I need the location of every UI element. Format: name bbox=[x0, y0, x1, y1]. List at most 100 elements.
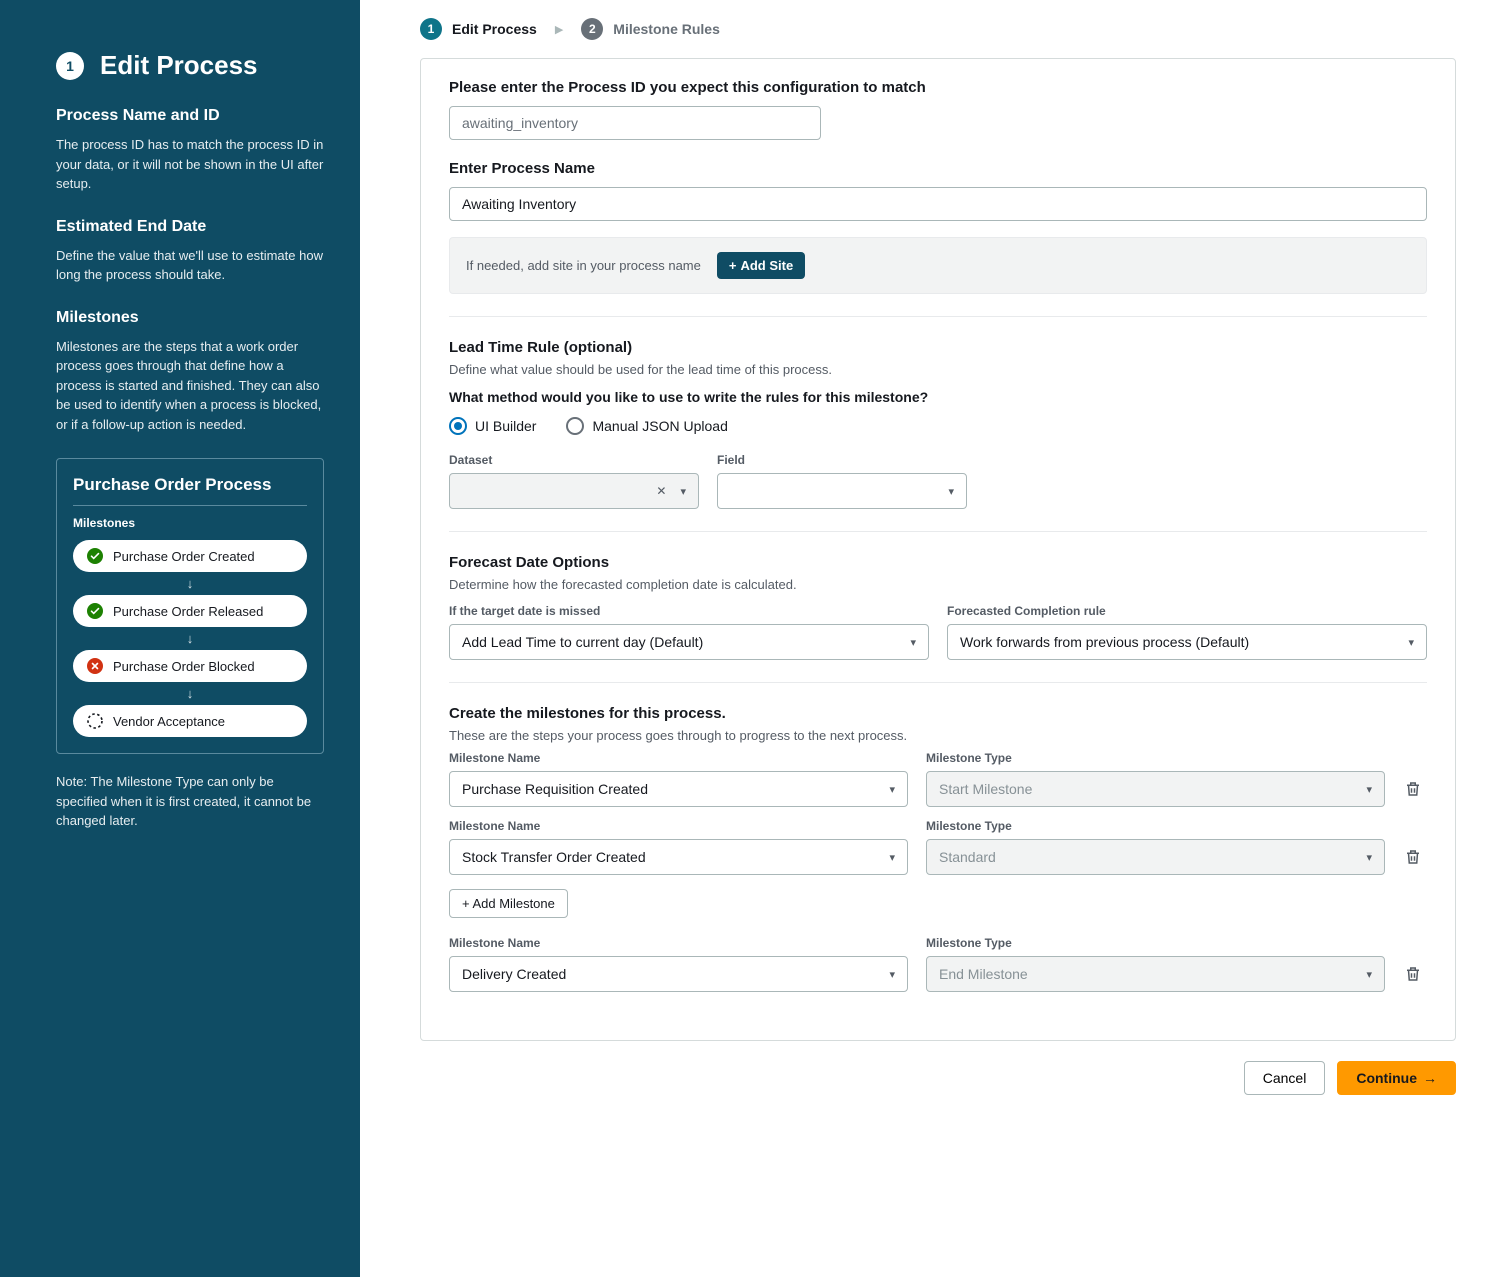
completion-rule-label: Forecasted Completion rule bbox=[947, 604, 1427, 618]
milestone-name-value: Stock Transfer Order Created bbox=[462, 849, 646, 865]
milestone-type-select[interactable]: End Milestone ▾ bbox=[926, 956, 1385, 992]
milestone-name-value: Purchase Requisition Created bbox=[462, 781, 648, 797]
sidebar-title: Edit Process bbox=[100, 50, 258, 81]
milestone-name-select[interactable]: Purchase Requisition Created ▾ bbox=[449, 771, 908, 807]
divider bbox=[449, 531, 1427, 532]
example-chip: Purchase Order Created bbox=[73, 540, 307, 572]
step-2-label: Milestone Rules bbox=[613, 21, 720, 37]
sidebar-section-milestones: Milestones Milestones are the steps that… bbox=[56, 309, 324, 435]
step-2[interactable]: 2 Milestone Rules bbox=[581, 18, 720, 40]
target-missed-select[interactable]: Add Lead Time to current day (Default) ▾ bbox=[449, 624, 929, 660]
chip-label: Purchase Order Created bbox=[113, 549, 255, 564]
example-chip: Purchase Order Blocked bbox=[73, 650, 307, 682]
lead-time-desc: Define what value should be used for the… bbox=[449, 362, 1427, 377]
field-label: Field bbox=[717, 453, 967, 467]
check-circle-icon bbox=[87, 603, 103, 619]
target-missed-value: Add Lead Time to current day (Default) bbox=[462, 634, 703, 650]
arrow-right-icon: → bbox=[1423, 1070, 1437, 1086]
divider bbox=[449, 682, 1427, 683]
clear-icon[interactable]: ✕ bbox=[656, 484, 666, 498]
method-question: What method would you like to use to wri… bbox=[449, 389, 1427, 405]
form-panel: Please enter the Process ID you expect t… bbox=[420, 58, 1456, 1041]
method-radio-group: UI Builder Manual JSON Upload bbox=[449, 417, 1427, 435]
sidebar-header: 1 Edit Process bbox=[56, 50, 324, 81]
milestones-block: Create the milestones for this process. … bbox=[449, 705, 1427, 992]
chevron-down-icon: ▾ bbox=[889, 783, 895, 796]
add-milestone-button[interactable]: + Add Milestone bbox=[449, 889, 568, 918]
continue-button[interactable]: Continue → bbox=[1337, 1061, 1456, 1095]
step-1[interactable]: 1 Edit Process bbox=[420, 18, 537, 40]
radio-json-upload[interactable]: Manual JSON Upload bbox=[566, 417, 727, 435]
forecast-desc: Determine how the forecasted completion … bbox=[449, 577, 1427, 592]
milestone-type-value: End Milestone bbox=[939, 966, 1028, 982]
example-title: Purchase Order Process bbox=[73, 475, 307, 506]
chevron-down-icon: ▾ bbox=[889, 968, 895, 981]
divider bbox=[449, 316, 1427, 317]
trash-icon bbox=[1404, 848, 1422, 866]
add-site-text: If needed, add site in your process name bbox=[466, 258, 701, 273]
target-missed-label: If the target date is missed bbox=[449, 604, 929, 618]
cancel-button[interactable]: Cancel bbox=[1244, 1061, 1326, 1095]
process-id-label: Please enter the Process ID you expect t… bbox=[449, 79, 1427, 96]
add-site-button-label: Add Site bbox=[740, 258, 793, 273]
radio-ui-label: UI Builder bbox=[475, 418, 536, 434]
milestone-name-value: Delivery Created bbox=[462, 966, 566, 982]
sidebar-section-name-id: Process Name and ID The process ID has t… bbox=[56, 107, 324, 194]
section-body: Define the value that we'll use to estim… bbox=[56, 246, 324, 285]
blocked-circle-icon bbox=[87, 658, 103, 674]
milestone-type-select[interactable]: Start Milestone ▾ bbox=[926, 771, 1385, 807]
milestone-type-select[interactable]: Standard ▾ bbox=[926, 839, 1385, 875]
forecast-block: Forecast Date Options Determine how the … bbox=[449, 554, 1427, 660]
main-content: 1 Edit Process ▶ 2 Milestone Rules Pleas… bbox=[360, 0, 1496, 1277]
milestone-row-end: Milestone Name Delivery Created ▾ Milest… bbox=[449, 936, 1427, 992]
arrow-down-icon: ↓ bbox=[73, 576, 307, 591]
process-name-input[interactable] bbox=[449, 187, 1427, 221]
milestone-name-label: Milestone Name bbox=[449, 819, 908, 833]
milestone-row: Milestone Name Purchase Requisition Crea… bbox=[449, 751, 1427, 807]
step-2-badge: 2 bbox=[581, 18, 603, 40]
milestone-type-label: Milestone Type bbox=[926, 936, 1385, 950]
plus-icon: + bbox=[729, 258, 737, 273]
dataset-label: Dataset bbox=[449, 453, 699, 467]
section-body: Milestones are the steps that a work ord… bbox=[56, 337, 324, 435]
add-site-button[interactable]: + Add Site bbox=[717, 252, 805, 279]
milestone-type-label: Milestone Type bbox=[926, 819, 1385, 833]
pending-circle-icon bbox=[87, 713, 103, 729]
sidebar-section-estimated: Estimated End Date Define the value that… bbox=[56, 218, 324, 285]
milestone-name-label: Milestone Name bbox=[449, 936, 908, 950]
step-1-badge: 1 bbox=[420, 18, 442, 40]
sidebar-step-badge: 1 bbox=[56, 52, 84, 80]
milestone-name-select[interactable]: Stock Transfer Order Created ▾ bbox=[449, 839, 908, 875]
chevron-down-icon: ▾ bbox=[948, 485, 954, 498]
chevron-down-icon: ▾ bbox=[1408, 636, 1414, 649]
example-chip: Vendor Acceptance bbox=[73, 705, 307, 737]
field-select[interactable]: ▾ bbox=[717, 473, 967, 509]
chip-label: Vendor Acceptance bbox=[113, 714, 225, 729]
dataset-field-row: Dataset ✕▾ Field ▾ bbox=[449, 453, 1427, 509]
delete-milestone-button[interactable] bbox=[1399, 773, 1427, 805]
lead-time-block: Lead Time Rule (optional) Define what va… bbox=[449, 339, 1427, 509]
chevron-down-icon: ▾ bbox=[1366, 968, 1372, 981]
milestone-type-label: Milestone Type bbox=[926, 751, 1385, 765]
wizard-steps: 1 Edit Process ▶ 2 Milestone Rules bbox=[420, 12, 1456, 58]
step-1-label: Edit Process bbox=[452, 21, 537, 37]
dataset-select[interactable]: ✕▾ bbox=[449, 473, 699, 509]
milestone-row: Milestone Name Stock Transfer Order Crea… bbox=[449, 819, 1427, 875]
milestone-type-value: Start Milestone bbox=[939, 781, 1032, 797]
milestone-example-box: Purchase Order Process Milestones Purcha… bbox=[56, 458, 324, 754]
section-body: The process ID has to match the process … bbox=[56, 135, 324, 194]
process-id-input[interactable] bbox=[449, 106, 821, 140]
chevron-down-icon: ▾ bbox=[910, 636, 916, 649]
chip-label: Purchase Order Released bbox=[113, 604, 263, 619]
process-name-label: Enter Process Name bbox=[449, 160, 1427, 177]
radio-ui-builder[interactable]: UI Builder bbox=[449, 417, 536, 435]
completion-rule-select[interactable]: Work forwards from previous process (Def… bbox=[947, 624, 1427, 660]
delete-milestone-button[interactable] bbox=[1399, 841, 1427, 873]
sidebar-note: Note: The Milestone Type can only be spe… bbox=[56, 772, 324, 831]
arrow-down-icon: ↓ bbox=[73, 631, 307, 646]
chevron-down-icon: ▾ bbox=[889, 851, 895, 864]
section-heading: Milestones bbox=[56, 309, 324, 327]
check-circle-icon bbox=[87, 548, 103, 564]
milestone-name-select[interactable]: Delivery Created ▾ bbox=[449, 956, 908, 992]
delete-milestone-button[interactable] bbox=[1399, 958, 1427, 990]
